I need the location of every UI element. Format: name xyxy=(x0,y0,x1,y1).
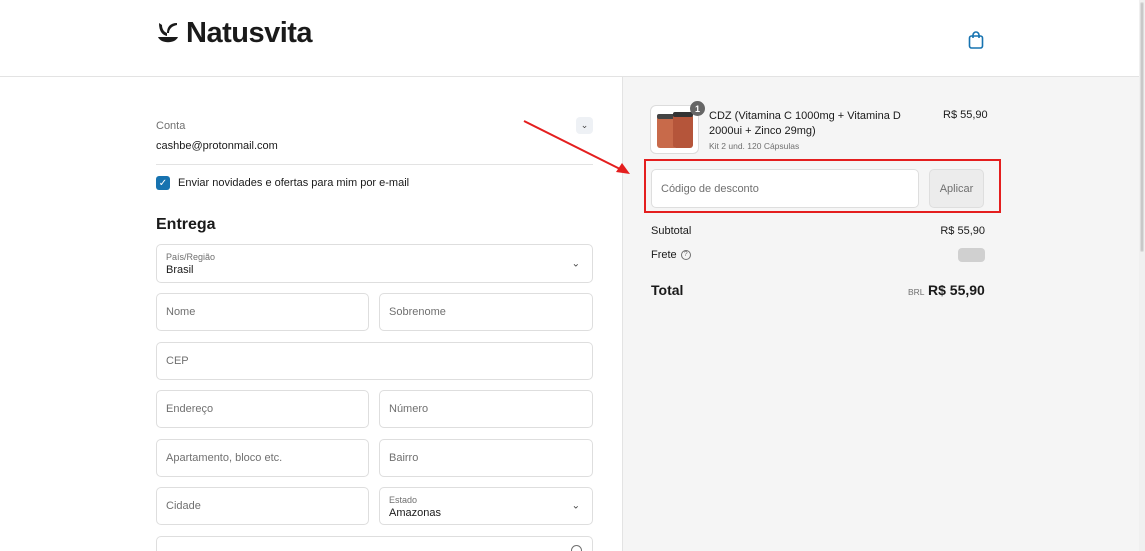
brand-name: Natusvita xyxy=(186,17,313,49)
newsletter-label: Enviar novidades e ofertas para mim por … xyxy=(178,177,410,189)
district-field[interactable]: Bairro xyxy=(379,439,593,477)
quantity-badge: 1 xyxy=(690,101,705,116)
newsletter-option[interactable]: ✓ Enviar novidades e ofertas para mim po… xyxy=(156,176,409,190)
first-name-placeholder: Nome xyxy=(166,306,196,318)
account-label: Conta xyxy=(156,120,186,132)
total-currency: BRL xyxy=(908,287,925,297)
zip-placeholder: CEP xyxy=(166,355,189,367)
help-icon[interactable] xyxy=(571,545,582,551)
address-placeholder: Endereço xyxy=(166,403,214,415)
state-select[interactable]: Estado Amazonas ⌄ xyxy=(379,487,593,525)
state-value: Amazonas xyxy=(389,507,441,519)
apartment-placeholder: Apartamento, bloco etc. xyxy=(166,452,283,464)
chevron-down-icon: ⌄ xyxy=(571,500,580,512)
last-name-placeholder: Sobrenome xyxy=(389,306,446,318)
shipping-value-placeholder xyxy=(958,248,985,262)
district-placeholder: Bairro xyxy=(389,452,419,464)
number-placeholder: Número xyxy=(389,403,429,415)
chevron-down-icon: ⌄ xyxy=(580,120,589,130)
first-name-field[interactable]: Nome xyxy=(156,293,369,331)
site-header: Natusvita xyxy=(0,0,1145,77)
discount-placeholder: Código de desconto xyxy=(661,182,759,195)
city-field[interactable]: Cidade xyxy=(156,487,369,525)
total-label: Total xyxy=(651,282,684,298)
delivery-title: Entrega xyxy=(156,216,216,233)
leaf-icon xyxy=(158,22,178,42)
number-field[interactable]: Número xyxy=(379,390,593,428)
country-label: País/Região xyxy=(166,252,216,262)
help-icon[interactable]: ? xyxy=(680,250,691,261)
subtotal-value: R$ 55,90 xyxy=(940,225,985,237)
page-scrollbar[interactable] xyxy=(1139,0,1145,551)
product-price: R$ 55,90 xyxy=(943,109,988,121)
apartment-field[interactable]: Apartamento, bloco etc. xyxy=(156,439,369,477)
state-label: Estado xyxy=(389,495,418,505)
order-summary-panel xyxy=(622,77,1145,551)
chevron-down-icon: ⌄ xyxy=(571,258,580,269)
brand-logo[interactable]: Natusvita xyxy=(156,17,313,50)
shipping-row: Frete? xyxy=(651,249,691,261)
zip-field[interactable]: CEP xyxy=(156,342,593,380)
last-name-field[interactable]: Sobrenome xyxy=(379,293,593,331)
phone-field[interactable] xyxy=(156,536,593,551)
total-value: R$ 55,90 xyxy=(928,282,985,298)
account-email: cashbe@protonmail.com xyxy=(156,140,278,152)
city-placeholder: Cidade xyxy=(166,500,201,512)
shipping-label: Frete xyxy=(651,249,677,261)
country-select[interactable]: País/Região Brasil ⌄ xyxy=(156,244,593,283)
newsletter-checkbox[interactable]: ✓ xyxy=(156,176,170,190)
scrollbar-thumb[interactable] xyxy=(1140,2,1144,252)
discount-code-input[interactable]: Código de desconto xyxy=(651,169,919,208)
shopping-bag-icon[interactable] xyxy=(966,30,986,50)
divider xyxy=(156,164,593,165)
address-field[interactable]: Endereço xyxy=(156,390,369,428)
product-variant: Kit 2 und. 120 Cápsulas xyxy=(709,141,800,151)
account-menu-toggle[interactable]: ⌄ xyxy=(576,117,593,134)
country-value: Brasil xyxy=(166,264,194,276)
subtotal-label: Subtotal xyxy=(651,225,692,237)
apply-discount-button[interactable]: Aplicar xyxy=(929,169,984,208)
product-name: CDZ (Vitamina C 1000mg + Vitamina D 2000… xyxy=(709,110,901,137)
